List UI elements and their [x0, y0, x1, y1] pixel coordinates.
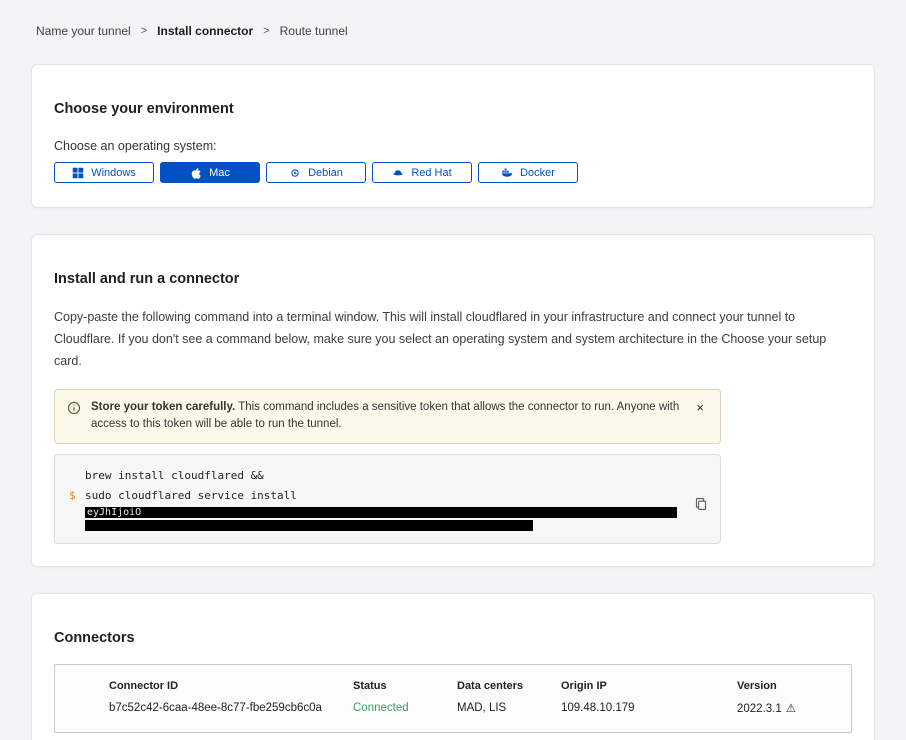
connectors-table: Connector ID Status Data centers Origin …: [54, 664, 852, 733]
code-text: sudo cloudflared service install: [85, 486, 297, 506]
version-number: 2022.3.1: [737, 703, 782, 715]
version-value: 2022.3.1 ⚠: [737, 701, 851, 715]
token-warning-banner: Store your token carefully. This command…: [54, 389, 721, 445]
os-select-label: Choose an operating system:: [54, 139, 852, 153]
info-icon: [67, 401, 81, 435]
os-button-label: Red Hat: [411, 167, 451, 179]
os-button-group: Windows Mac Debian Red Hat: [54, 162, 852, 185]
os-button-label: Debian: [308, 167, 343, 179]
apple-icon: [190, 167, 202, 179]
os-button-label: Docker: [520, 167, 555, 179]
redacted-token-bar: eyJhIjoiO: [85, 507, 677, 518]
breadcrumb-step-install-connector[interactable]: Install connector: [157, 24, 253, 38]
redacted-token-bar: [85, 520, 533, 531]
install-command-block: brew install cloudflared && $ sudo cloud…: [54, 454, 721, 544]
os-button-mac[interactable]: Mac: [160, 162, 260, 183]
os-button-label: Mac: [209, 167, 230, 179]
environment-card-title: Choose your environment: [54, 87, 852, 117]
connectors-card-title: Connectors: [54, 616, 852, 646]
prompt-spacer: [69, 466, 85, 486]
data-centers-value: MAD, LIS: [457, 702, 561, 714]
table-row: b7c52c42-6caa-48ee-8c77-fbe259cb6c0a Con…: [109, 701, 851, 715]
connectors-card: Connectors Connector ID Status Data cent…: [31, 593, 875, 740]
column-header-version: Version: [737, 680, 851, 692]
shell-prompt: $: [69, 486, 85, 506]
column-header-status: Status: [353, 680, 457, 692]
os-button-label: Windows: [91, 167, 136, 179]
warning-icon: ⚠: [786, 703, 796, 715]
breadcrumb-step-name-tunnel[interactable]: Name your tunnel: [36, 24, 131, 38]
install-card-title: Install and run a connector: [54, 257, 852, 287]
windows-icon: [72, 167, 84, 179]
column-header-data-centers: Data centers: [457, 680, 561, 692]
code-line-2: $ sudo cloudflared service install: [69, 486, 706, 506]
code-line-1: brew install cloudflared &&: [69, 466, 706, 486]
token-area: eyJhIjoiO: [85, 507, 706, 531]
close-icon[interactable]: ×: [692, 399, 708, 416]
breadcrumb-separator-icon: >: [263, 25, 269, 37]
install-description: Copy-paste the following command into a …: [54, 307, 852, 373]
os-button-windows[interactable]: Windows: [54, 162, 154, 183]
column-header-origin-ip: Origin IP: [561, 680, 737, 692]
copy-icon[interactable]: [694, 497, 708, 511]
os-button-debian[interactable]: Debian: [266, 162, 366, 183]
environment-card: Choose your environment Choose an operat…: [31, 64, 875, 208]
origin-ip-value: 109.48.10.179: [561, 702, 737, 714]
os-button-docker[interactable]: Docker: [478, 162, 578, 183]
docker-icon: [501, 167, 513, 179]
table-header-row: Connector ID Status Data centers Origin …: [109, 680, 851, 692]
code-text: brew install cloudflared &&: [85, 466, 264, 486]
token-warning-text: Store your token carefully. This command…: [91, 399, 682, 435]
breadcrumb: Name your tunnel > Install connector > R…: [0, 0, 906, 38]
debian-icon: [289, 167, 301, 179]
status-badge: Connected: [353, 702, 457, 714]
tunnel-setup-page: Name your tunnel > Install connector > R…: [0, 0, 906, 740]
breadcrumb-separator-icon: >: [141, 25, 147, 37]
token-warning-bold: Store your token carefully.: [91, 401, 235, 413]
connector-id-value: b7c52c42-6caa-48ee-8c77-fbe259cb6c0a: [109, 702, 353, 714]
install-card: Install and run a connector Copy-paste t…: [31, 234, 875, 567]
redhat-icon: [392, 167, 404, 179]
column-header-connector-id: Connector ID: [109, 680, 353, 692]
breadcrumb-step-route-tunnel[interactable]: Route tunnel: [280, 24, 348, 38]
os-button-redhat[interactable]: Red Hat: [372, 162, 472, 183]
